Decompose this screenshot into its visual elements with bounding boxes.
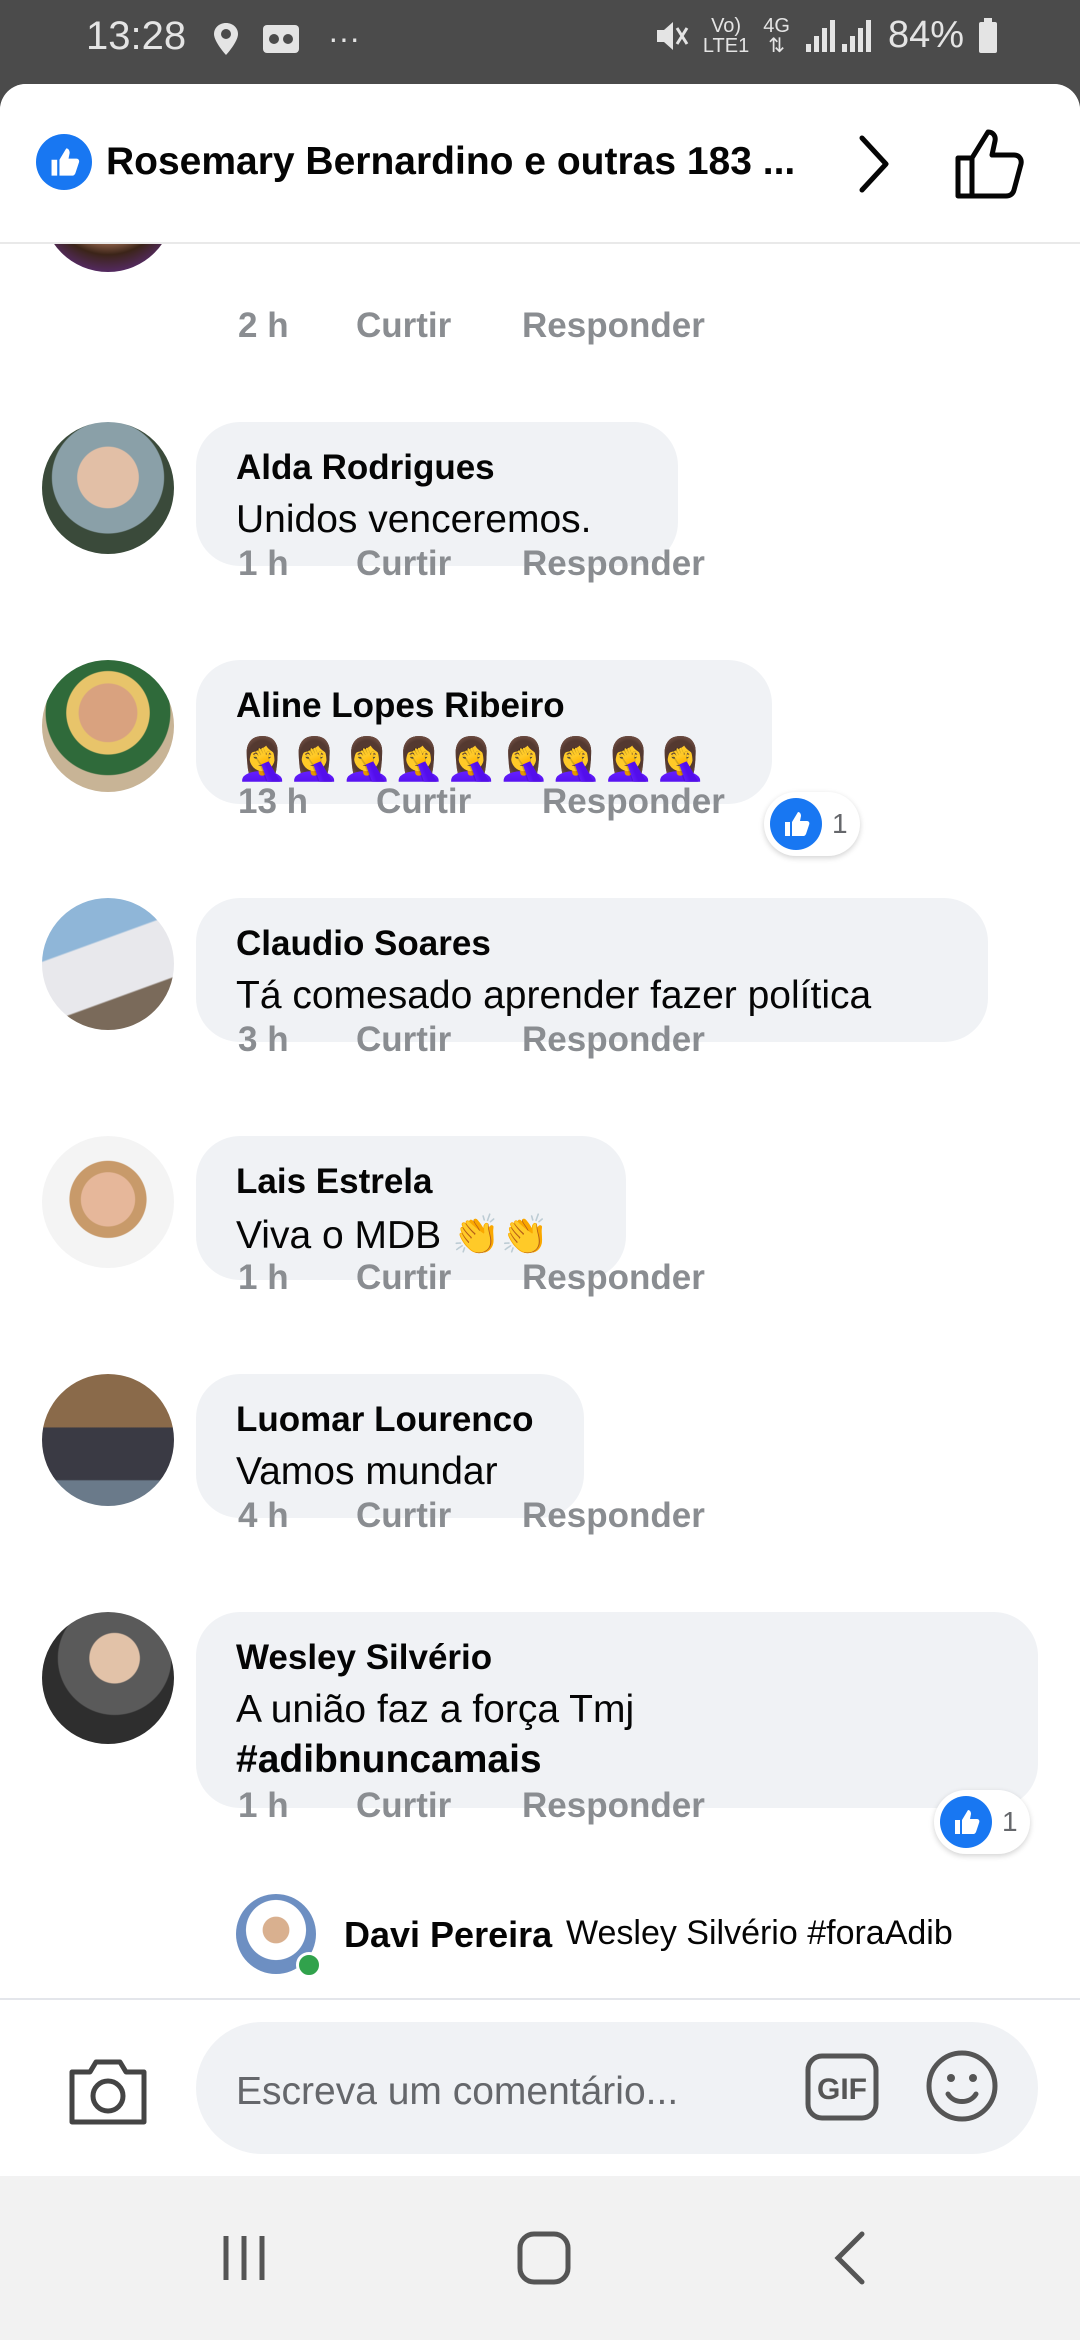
comment-text: Viva o MDB 👏👏 bbox=[236, 1214, 550, 1257]
volte-indicator: Vo) LTE1 bbox=[702, 14, 750, 57]
location-pin-icon bbox=[214, 22, 238, 55]
like-link[interactable]: Curtir bbox=[356, 1258, 451, 1298]
comment-input[interactable]: Escreva um comentário... GIF bbox=[196, 2022, 1038, 2154]
online-status-dot bbox=[296, 1952, 322, 1978]
comments-sheet: 👏👏👏👏👏 2 h Curtir Responder Alda Rodrigue… bbox=[0, 84, 1080, 2176]
system-nav-bar bbox=[0, 2176, 1080, 2340]
camera-icon[interactable] bbox=[66, 2054, 150, 2128]
avatar[interactable] bbox=[42, 1612, 174, 1744]
comment-text: A união faz a força Tmj bbox=[236, 1688, 635, 1731]
avatar[interactable] bbox=[42, 422, 174, 554]
comment-placeholder: Escreva um comentário... bbox=[236, 2070, 679, 2113]
comment-hashtag[interactable]: #adibnuncamais bbox=[236, 1738, 542, 1782]
comment-time: 1 h bbox=[238, 544, 289, 583]
status-time: 13:28 bbox=[86, 14, 187, 58]
reply-link[interactable]: Responder bbox=[522, 1020, 705, 1060]
like-link[interactable]: Curtir bbox=[356, 1786, 451, 1826]
reply-link[interactable]: Responder bbox=[522, 1786, 705, 1826]
network-type: 4G ⇅ bbox=[763, 14, 790, 57]
avatar[interactable] bbox=[42, 1136, 174, 1268]
comment-time: 1 h bbox=[238, 1786, 289, 1825]
comment-time: 3 h bbox=[238, 1020, 289, 1059]
comment-author[interactable]: Wesley Silvério bbox=[236, 1638, 492, 1678]
reply-link[interactable]: Responder bbox=[542, 782, 725, 822]
thumbs-up-icon[interactable] bbox=[952, 122, 1026, 202]
comment-time: 1 h bbox=[238, 1258, 289, 1297]
back-icon[interactable] bbox=[822, 2228, 882, 2288]
reactions-header[interactable]: Rosemary Bernardino e outras 183 ... bbox=[0, 84, 1080, 244]
like-link[interactable]: Curtir bbox=[356, 306, 451, 346]
comment-author[interactable]: Luomar Lourenco bbox=[236, 1400, 534, 1440]
comment-author[interactable]: Alda Rodrigues bbox=[236, 448, 495, 488]
avatar[interactable] bbox=[42, 1374, 174, 1506]
like-link[interactable]: Curtir bbox=[356, 544, 451, 584]
battery-level: 84% bbox=[887, 14, 964, 56]
voicemail-icon bbox=[263, 24, 299, 53]
like-reaction-icon bbox=[770, 798, 822, 850]
comment-composer: Escreva um comentário... GIF bbox=[0, 1998, 1080, 2176]
mute-icon bbox=[656, 21, 689, 50]
comment-author[interactable]: Claudio Soares bbox=[236, 924, 491, 964]
signal-icon bbox=[805, 19, 871, 52]
comment-text: Unidos venceremos. bbox=[236, 498, 592, 541]
comment-text: 🤦‍♀️🤦‍♀️🤦‍♀️🤦‍♀️🤦‍♀️🤦‍♀️🤦‍♀️🤦‍♀️🤦‍♀️ bbox=[236, 735, 707, 782]
like-link[interactable]: Curtir bbox=[376, 782, 471, 822]
like-link[interactable]: Curtir bbox=[356, 1496, 451, 1536]
reaction-count[interactable]: 1 bbox=[764, 792, 860, 856]
avatar[interactable] bbox=[42, 898, 174, 1030]
reply-link[interactable]: Responder bbox=[522, 306, 705, 346]
reply-link[interactable]: Responder bbox=[522, 1496, 705, 1536]
comment-time: 13 h bbox=[238, 782, 309, 821]
comment-author[interactable]: Aline Lopes Ribeiro bbox=[236, 686, 565, 726]
like-link[interactable]: Curtir bbox=[356, 1020, 451, 1060]
more-notifications-icon: ··· bbox=[328, 20, 360, 56]
home-icon[interactable] bbox=[514, 2228, 574, 2288]
comment-bubble: Wesley Silvério A união faz a força Tmj … bbox=[196, 1612, 1038, 1808]
reply-author[interactable]: Davi Pereira bbox=[344, 1914, 552, 1956]
battery-icon bbox=[979, 17, 997, 53]
reactions-summary[interactable]: Rosemary Bernardino e outras 183 ... bbox=[106, 140, 795, 184]
comment-list[interactable]: 👏👏👏👏👏 2 h Curtir Responder Alda Rodrigue… bbox=[0, 84, 1080, 2176]
avatar[interactable] bbox=[42, 660, 174, 792]
comment-text: Vamos mundar bbox=[236, 1450, 498, 1493]
like-reaction-icon bbox=[940, 1796, 992, 1848]
emoji-icon[interactable] bbox=[924, 2048, 1000, 2124]
reply-link[interactable]: Responder bbox=[522, 544, 705, 584]
gif-icon[interactable]: GIF bbox=[804, 2052, 880, 2122]
reply-preview[interactable]: Davi Pereira Wesley Silvério #foraAdib bbox=[236, 1894, 1076, 1978]
comment-author[interactable]: Lais Estrela bbox=[236, 1162, 433, 1202]
status-bar: 13:28 ··· Vo) LTE1 4G ⇅ 84% bbox=[0, 0, 1080, 84]
reply-text: Wesley Silvério #foraAdib bbox=[566, 1914, 953, 1952]
comment-time: 2 h bbox=[238, 306, 289, 345]
recent-apps-icon[interactable] bbox=[214, 2228, 274, 2288]
reaction-count[interactable]: 1 bbox=[934, 1790, 1030, 1854]
comment-time: 4 h bbox=[238, 1496, 289, 1535]
chevron-right-icon[interactable] bbox=[850, 128, 898, 200]
gif-label: GIF bbox=[817, 2073, 867, 2106]
reply-link[interactable]: Responder bbox=[522, 1258, 705, 1298]
comment-text: Tá comesado aprender fazer política bbox=[236, 974, 872, 1017]
like-badge-icon bbox=[36, 134, 92, 190]
